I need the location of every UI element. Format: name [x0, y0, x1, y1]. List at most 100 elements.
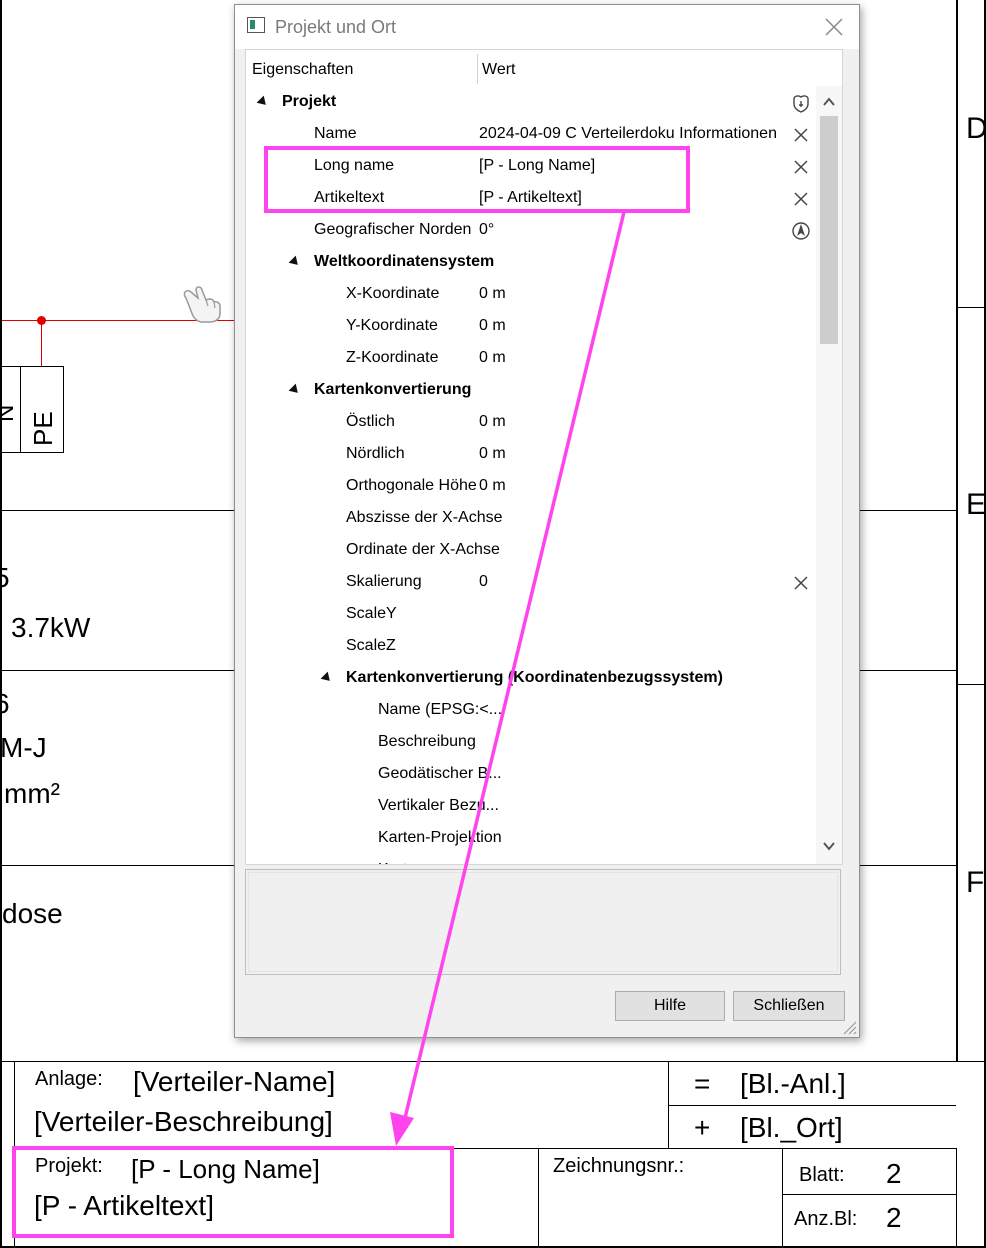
cable-partial-text: 6 — [0, 688, 10, 719]
column-header-value[interactable]: Wert — [482, 61, 515, 79]
scroll-thumb[interactable] — [820, 116, 838, 344]
power-text: 3.7kW — [11, 612, 91, 643]
property-label: Orthogonale Höhe — [346, 477, 477, 494]
property-label: Skalierung — [346, 573, 422, 590]
property-label: Name (EPSG:<... — [378, 701, 503, 718]
property-value[interactable]: 0 m — [479, 413, 506, 431]
scroll-down-icon[interactable] — [821, 838, 837, 854]
property-row[interactable]: Östlich 0 m — [246, 406, 816, 438]
property-label: X-Koordinate — [346, 285, 440, 302]
property-row[interactable]: Y-Koordinate 0 m — [246, 310, 816, 342]
shield-key-icon[interactable] — [790, 92, 812, 114]
property-row[interactable]: Ordinate der X-Achse — [246, 534, 816, 566]
collapse-triangle-icon[interactable] — [288, 383, 302, 397]
scroll-up-icon[interactable] — [821, 94, 837, 110]
power-partial-text: 5 — [0, 562, 10, 593]
beschreibung-value: [Verteiler-Beschreibung] — [34, 1106, 333, 1137]
anlage-label: Anlage: — [35, 1068, 103, 1090]
property-label: Vertikaler Bezu... — [378, 797, 499, 814]
clear-x-icon[interactable] — [790, 188, 812, 210]
property-value[interactable]: 2024-04-09 C Verteilerdoku Informationen — [479, 125, 777, 143]
property-row[interactable]: Vertikaler Bezu... — [246, 790, 816, 822]
property-row[interactable]: Geodätischer B... — [246, 758, 816, 790]
highlight-box-dialog — [264, 146, 690, 213]
cable-size-text: mm² — [4, 778, 60, 809]
property-value[interactable]: 0° — [479, 221, 494, 239]
property-label: Geodätischer B... — [378, 765, 502, 782]
plus-symbol: + — [694, 1112, 711, 1143]
column-letter-f: F — [966, 866, 985, 899]
property-row[interactable]: Kartenzone — [246, 854, 816, 864]
app-icon — [247, 17, 265, 33]
property-row[interactable]: Kartenkonvertierung — [246, 374, 816, 406]
property-value[interactable]: 0 m — [479, 285, 506, 303]
property-label: Name — [314, 125, 357, 142]
property-row[interactable]: ScaleZ — [246, 630, 816, 662]
property-label: Karten-Projektion — [378, 829, 502, 846]
clear-x-icon[interactable] — [790, 124, 812, 146]
property-row[interactable]: Orthogonale Höhe 0 m — [246, 470, 816, 502]
property-row[interactable]: Weltkoordinatensystem — [246, 246, 816, 278]
cable-type-text: M-J — [0, 732, 47, 763]
collapse-triangle-icon[interactable] — [288, 255, 302, 269]
property-label: Kartenkonvertierung (Koordinatenbezugssy… — [346, 669, 723, 686]
property-label: Kartenkonvertierung — [314, 381, 472, 398]
property-label: Geografischer Norden — [314, 221, 472, 238]
vertical-scrollbar[interactable] — [816, 86, 842, 864]
property-label: Z-Koordinate — [346, 349, 439, 366]
column-letter-d: D — [966, 112, 986, 145]
compass-icon[interactable] — [790, 220, 812, 242]
collapse-triangle-icon[interactable] — [320, 671, 334, 685]
property-row[interactable]: Name (EPSG:<... — [246, 694, 816, 726]
property-row[interactable]: Karten-Projektion — [246, 822, 816, 854]
property-label: Kartenzone — [378, 861, 460, 864]
clear-x-icon[interactable] — [790, 156, 812, 178]
anlage-value: [Verteiler-Name] — [133, 1066, 336, 1097]
property-value[interactable]: 0 — [479, 573, 488, 591]
column-letter-e: E — [966, 488, 986, 521]
terminal-pe-label: PE — [28, 411, 58, 446]
property-row[interactable]: Abszisse der X-Achse — [246, 502, 816, 534]
resize-grip-icon[interactable] — [841, 1019, 857, 1035]
property-label: Projekt — [282, 93, 337, 110]
close-icon[interactable] — [822, 15, 846, 39]
clear-x-icon[interactable] — [790, 572, 812, 594]
anzbl-value: 2 — [886, 1202, 902, 1233]
property-value[interactable]: 0 m — [479, 445, 506, 463]
property-value[interactable]: 0 m — [479, 477, 506, 495]
property-label: ScaleZ — [346, 637, 396, 654]
property-value[interactable]: 0 m — [479, 349, 506, 367]
property-row[interactable]: X-Koordinate 0 m — [246, 278, 816, 310]
property-label: Beschreibung — [378, 733, 476, 750]
property-label: Weltkoordinatensystem — [314, 253, 495, 270]
eq-symbol: = — [694, 1068, 711, 1099]
property-row[interactable]: Z-Koordinate 0 m — [246, 342, 816, 374]
close-button[interactable]: Schließen — [733, 991, 845, 1021]
dose-text: dose — [2, 898, 63, 929]
property-row[interactable]: Kartenkonvertierung (Koordinatenbezugssy… — [246, 662, 816, 694]
property-row[interactable]: ScaleY — [246, 598, 816, 630]
property-label: Nördlich — [346, 445, 405, 462]
property-row[interactable]: Skalierung 0 — [246, 566, 816, 598]
collapse-triangle-icon[interactable] — [256, 95, 270, 109]
property-label: Abszisse der X-Achse — [346, 509, 503, 526]
property-row[interactable]: Nördlich 0 m — [246, 438, 816, 470]
property-row[interactable]: Geografischer Norden 0° — [246, 214, 816, 246]
eq-value: [Bl.-Anl.] — [740, 1068, 846, 1099]
dialog-title: Projekt und Ort — [275, 17, 397, 37]
blatt-label: Blatt: — [799, 1164, 845, 1186]
property-row[interactable]: Projekt — [246, 86, 816, 118]
property-label: Östlich — [346, 413, 395, 430]
zeichnungsnr-label: Zeichnungsnr.: — [553, 1155, 685, 1177]
help-button[interactable]: Hilfe — [615, 991, 725, 1021]
terminal-n-label: N — [0, 405, 20, 422]
highlight-box-title-block — [12, 1146, 454, 1238]
hand-cursor-icon — [183, 286, 221, 323]
property-label: Ordinate der X-Achse — [346, 541, 500, 558]
column-header-property[interactable]: Eigenschaften — [252, 61, 353, 79]
blatt-value: 2 — [886, 1158, 902, 1189]
property-row[interactable]: Beschreibung — [246, 726, 816, 758]
plus-value: [Bl._Ort] — [740, 1112, 843, 1143]
property-value[interactable]: 0 m — [479, 317, 506, 335]
property-label: ScaleY — [346, 605, 397, 622]
